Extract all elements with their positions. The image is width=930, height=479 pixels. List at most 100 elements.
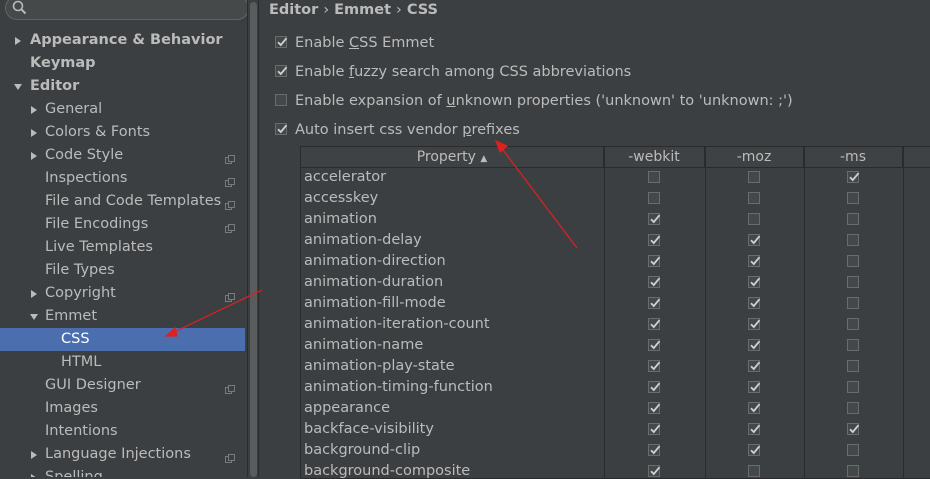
moz-prefix-checkbox[interactable] [748,213,760,225]
ms-prefix-checkbox[interactable] [847,423,860,435]
table-row[interactable]: animation-name [301,335,930,356]
moz-prefix-checkbox[interactable] [748,255,761,267]
project-config-icon [225,150,235,164]
webkit-prefix-checkbox[interactable] [648,381,661,393]
moz-prefix-checkbox[interactable] [748,276,761,288]
table-row[interactable]: animation-delay [301,230,930,251]
table-row[interactable]: animation-fill-mode [301,293,930,314]
sidebar-item-appearance-and-behavior[interactable]: Appearance & Behavior [0,29,245,52]
ms-prefix-checkbox[interactable] [847,402,859,414]
ms-prefix-checkbox[interactable] [847,297,859,309]
sidebar-item-file-encodings[interactable]: File Encodings [0,213,245,236]
collapsed-arrow-icon[interactable] [28,466,40,477]
ms-prefix-checkbox[interactable] [847,444,859,456]
webkit-prefix-checkbox[interactable] [648,297,661,309]
table-row[interactable]: animation-direction [301,251,930,272]
ms-prefix-checkbox[interactable] [847,234,859,246]
table-row[interactable]: animation-iteration-count [301,314,930,335]
sidebar-item-intentions[interactable]: Intentions [0,420,245,443]
webkit-prefix-checkbox[interactable] [648,423,661,435]
table-row[interactable]: backface-visibility [301,419,930,440]
checkbox[interactable] [275,65,288,77]
webkit-prefix-checkbox[interactable] [648,234,661,246]
table-row[interactable]: accesskey [301,188,930,209]
table-row[interactable]: animation-timing-function [301,377,930,398]
ms-prefix-checkbox[interactable] [847,192,859,204]
sidebar-item-gui-designer[interactable]: GUI Designer [0,374,245,397]
moz-prefix-checkbox[interactable] [748,423,761,435]
sidebar-item-css[interactable]: CSS [0,328,245,351]
ms-prefix-checkbox[interactable] [847,171,860,183]
webkit-prefix-checkbox[interactable] [648,402,661,414]
webkit-prefix-checkbox[interactable] [648,465,661,477]
moz-prefix-checkbox[interactable] [748,465,760,477]
moz-prefix-checkbox[interactable] [748,381,761,393]
ms-prefix-checkbox[interactable] [847,339,859,351]
collapsed-arrow-icon[interactable] [28,443,40,466]
collapsed-arrow-icon[interactable] [28,144,40,167]
column-header-moz[interactable]: -moz [705,147,804,167]
sidebar-item-live-templates[interactable]: Live Templates [0,236,245,259]
ms-prefix-checkbox[interactable] [847,276,859,288]
sidebar-item-editor[interactable]: Editor [0,75,245,98]
webkit-prefix-checkbox[interactable] [648,444,661,456]
sidebar-scrollbar-thumb[interactable] [250,2,257,477]
column-header-webkit[interactable]: -webkit [604,147,705,167]
collapsed-arrow-icon[interactable] [28,121,40,144]
column-header-ms[interactable]: -ms [804,147,903,167]
ms-prefix-checkbox[interactable] [847,318,859,330]
ms-prefix-checkbox[interactable] [847,465,859,477]
table-row[interactable]: appearance [301,398,930,419]
moz-prefix-checkbox[interactable] [748,318,761,330]
sidebar-item-keymap[interactable]: Keymap [0,52,245,75]
expanded-arrow-icon[interactable] [12,75,24,98]
webkit-prefix-checkbox[interactable] [648,255,661,267]
webkit-prefix-checkbox[interactable] [648,213,661,225]
ms-prefix-checkbox[interactable] [847,381,859,393]
collapsed-arrow-icon[interactable] [28,282,40,305]
moz-prefix-checkbox[interactable] [748,360,761,372]
webkit-prefix-checkbox[interactable] [648,318,661,330]
webkit-prefix-checkbox[interactable] [648,171,660,183]
ms-prefix-checkbox[interactable] [847,360,859,372]
collapsed-arrow-icon[interactable] [12,29,24,52]
webkit-prefix-checkbox[interactable] [648,276,661,288]
moz-prefix-checkbox[interactable] [748,192,760,204]
sidebar-item-html[interactable]: HTML [0,351,245,374]
expanded-arrow-icon[interactable] [28,305,40,328]
checkbox[interactable] [275,94,287,106]
checkbox[interactable] [275,36,288,48]
table-row[interactable]: accelerator [301,167,930,188]
sidebar-item-language-injections[interactable]: Language Injections [0,443,245,466]
sidebar-item-file-types[interactable]: File Types [0,259,245,282]
sidebar-item-general[interactable]: General [0,98,245,121]
sidebar-item-spelling[interactable]: Spelling [0,466,245,477]
collapsed-arrow-icon[interactable] [28,98,40,121]
checkbox[interactable] [275,123,288,135]
settings-search-input[interactable] [5,0,247,20]
webkit-prefix-checkbox[interactable] [648,360,661,372]
table-row[interactable]: background-clip [301,440,930,461]
moz-prefix-checkbox[interactable] [748,444,761,456]
column-header-property[interactable]: Property ▲ [301,147,604,167]
moz-prefix-checkbox[interactable] [748,171,760,183]
table-row[interactable]: animation [301,209,930,230]
sidebar-item-colors-and-fonts[interactable]: Colors & Fonts [0,121,245,144]
moz-prefix-checkbox[interactable] [748,234,761,246]
table-row[interactable]: background-composite [301,461,930,478]
webkit-prefix-checkbox[interactable] [648,192,660,204]
ms-prefix-checkbox[interactable] [847,255,859,267]
sidebar-item-inspections[interactable]: Inspections [0,167,245,190]
moz-prefix-checkbox[interactable] [748,297,761,309]
table-row[interactable]: animation-duration [301,272,930,293]
sidebar-item-file-and-code-templates[interactable]: File and Code Templates [0,190,245,213]
webkit-prefix-checkbox[interactable] [648,339,661,351]
sidebar-item-images[interactable]: Images [0,397,245,420]
ms-prefix-checkbox[interactable] [847,213,859,225]
sidebar-item-emmet[interactable]: Emmet [0,305,245,328]
sidebar-item-code-style[interactable]: Code Style [0,144,245,167]
moz-prefix-checkbox[interactable] [748,339,761,351]
sidebar-item-copyright[interactable]: Copyright [0,282,245,305]
moz-prefix-checkbox[interactable] [748,402,761,414]
table-row[interactable]: animation-play-state [301,356,930,377]
